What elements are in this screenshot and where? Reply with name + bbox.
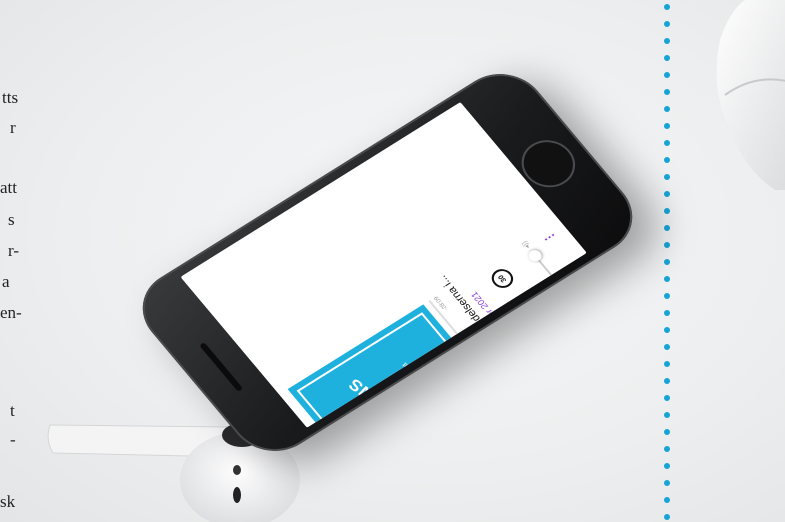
- skip-back-button[interactable]: 15: [565, 358, 587, 385]
- text-line: sk: [0, 492, 16, 511]
- podcast-player: PÅ DJURENS SIDA! En podcast från ♥ Djure…: [268, 206, 587, 428]
- phone-mockup: PÅ DJURENS SIDA! En podcast från ♥ Djure…: [15, 0, 775, 500]
- product-photo: tts r att s r- a en- t - sk PÅ DJURENS S…: [0, 0, 785, 522]
- volume-high-icon: ◂)): [520, 239, 533, 250]
- elapsed-time: 10:30: [527, 407, 543, 422]
- remaining-time: -28:09: [433, 294, 450, 312]
- text-line: s: [8, 210, 15, 229]
- artwork-subtitle: En podcast från: [394, 379, 441, 415]
- more-options-button[interactable]: ⋮: [540, 229, 560, 246]
- skip-forward-button[interactable]: 30: [487, 265, 518, 292]
- divider-dot: [664, 514, 670, 520]
- text-line: a: [2, 272, 10, 291]
- play-button[interactable]: [526, 312, 560, 341]
- iphone: PÅ DJURENS SIDA! En podcast från ♥ Djure…: [124, 58, 651, 467]
- heart-icon: ♥: [411, 401, 423, 412]
